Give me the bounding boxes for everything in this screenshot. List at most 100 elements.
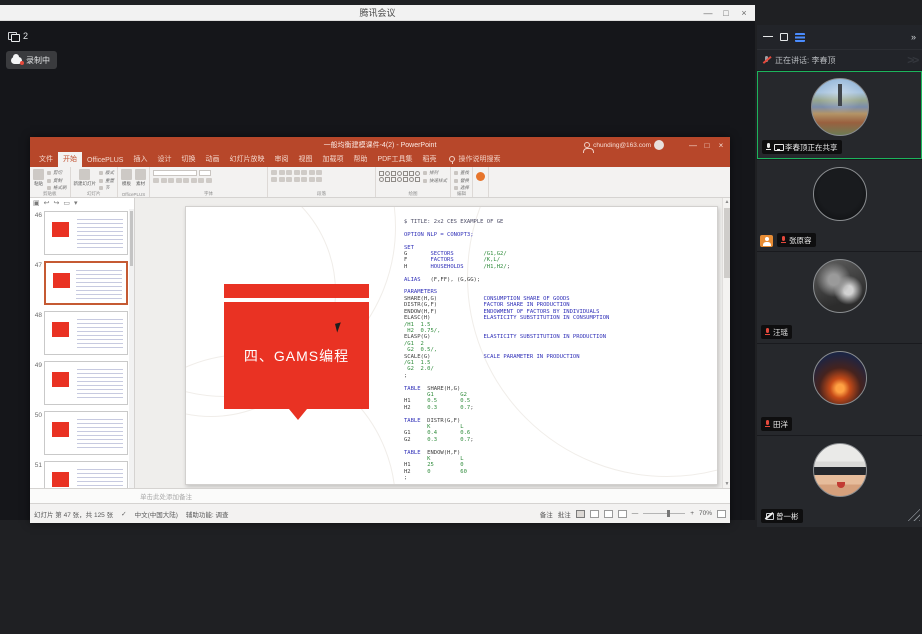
recording-badge[interactable]: 录制中 [6, 51, 57, 69]
slide-sorter-view-icon[interactable] [590, 510, 599, 518]
slide-title-callout[interactable]: 四、GAMS编程 [224, 302, 369, 409]
new-slide-button[interactable]: 新建幻灯片 [74, 169, 97, 189]
ribbon-group-addin [473, 167, 489, 197]
undo-icon[interactable]: ↩ [44, 199, 50, 208]
ppt-tab-开始[interactable]: 开始 [58, 152, 82, 167]
font-style-buttons[interactable] [153, 178, 212, 183]
participant-tile-1[interactable]: 李春顶正在共享 [757, 71, 922, 159]
ppt-tab-帮助[interactable]: 帮助 [348, 152, 372, 167]
slide-thumbnail-51[interactable] [44, 461, 128, 488]
shapes-gallery[interactable] [379, 169, 420, 189]
notes-pane[interactable]: 单击此处添加备注 [30, 488, 730, 503]
sidebar-minimize-icon[interactable]: — [763, 32, 773, 42]
scroll-thumb[interactable] [724, 208, 730, 278]
ppt-tab-幻灯片放映[interactable]: 幻灯片放映 [224, 152, 269, 167]
spellcheck-icon[interactable]: ✓ [121, 510, 126, 518]
sidebar-maximize-icon[interactable] [780, 33, 788, 41]
reading-view-icon[interactable] [604, 510, 613, 518]
participant-tile-5[interactable]: 曾一彬 [757, 436, 922, 527]
thumb-text-lines [76, 270, 122, 300]
language-indicator[interactable]: 中文(中国大陆) [135, 509, 178, 519]
template-button[interactable]: 模板 [121, 169, 132, 189]
thumb-text-lines [77, 319, 123, 349]
mic-muted-icon [765, 420, 770, 428]
save-icon[interactable]: ▣ [33, 199, 40, 208]
layout-button[interactable]: 版式 [99, 170, 114, 176]
canvas-scrollbar[interactable]: ▲ ▼ [722, 198, 730, 488]
font-size-box[interactable] [199, 170, 211, 176]
ppt-close-button[interactable]: × [714, 141, 728, 150]
thumb-red-shape [53, 273, 70, 288]
ppt-tab-切换[interactable]: 切换 [176, 152, 200, 167]
participant-tile-2[interactable]: 张原容 [757, 160, 922, 251]
ppt-tab-OfficePLUS[interactable]: OfficePLUS [82, 155, 128, 167]
scroll-down-icon[interactable]: ▼ [723, 481, 731, 487]
zoom-level[interactable]: 70% [699, 510, 712, 517]
meeting-titlebar[interactable]: 腾讯会议 — □ × [0, 5, 755, 21]
thumb-red-shape [52, 422, 69, 437]
ppt-tab-设计[interactable]: 设计 [152, 152, 176, 167]
gray-photo-avatar [813, 259, 867, 313]
participant-tile-4[interactable]: 田洋 [757, 344, 922, 435]
cut-button[interactable]: 剪切 [47, 170, 67, 176]
redo-icon[interactable]: ↪ [54, 199, 60, 208]
list-buttons[interactable] [271, 170, 322, 175]
thumbnail-scrollbar[interactable] [129, 209, 134, 488]
addin-icon[interactable] [476, 172, 485, 181]
ppt-tab-PDF工具集[interactable]: PDF工具集 [372, 152, 417, 167]
slide-thumbnail-48[interactable] [44, 311, 128, 355]
slideshow-icon[interactable]: ▭ [63, 199, 70, 208]
copy-button[interactable]: 复制 [47, 178, 67, 184]
slide-thumbnail-50[interactable] [44, 411, 128, 455]
ppt-restore-button[interactable]: □ [700, 141, 714, 150]
fit-to-window-icon[interactable] [717, 510, 726, 518]
gams-code[interactable]: $ TITLE: 2x2 CES EXAMPLE OF GE OPTION NL… [404, 219, 662, 482]
slide-thumbnail-47[interactable] [44, 261, 128, 305]
zoom-out-icon[interactable]: — [632, 510, 639, 517]
slide-thumbnail-46[interactable] [44, 211, 128, 255]
notes-toggle[interactable]: 备注 [540, 509, 553, 519]
ppt-account[interactable]: chunding@163.com [584, 137, 664, 153]
ppt-tab-加载项[interactable]: 加载项 [317, 152, 348, 167]
slide-thumbnail-49[interactable] [44, 361, 128, 405]
participant-tile-3[interactable]: 汪瑶 [757, 252, 922, 343]
ppt-tab-文件[interactable]: 文件 [34, 152, 58, 167]
ppt-tab-视图[interactable]: 视图 [293, 152, 317, 167]
ppt-tab-插入[interactable]: 插入 [128, 152, 152, 167]
assets-button[interactable]: 素材 [135, 169, 146, 189]
paste-button[interactable]: 粘贴 [33, 169, 44, 189]
comments-toggle[interactable]: 批注 [558, 509, 571, 519]
ppt-tab-动画[interactable]: 动画 [200, 152, 224, 167]
shared-windows-indicator[interactable]: 2 [8, 31, 28, 41]
maximize-button[interactable]: □ [717, 8, 735, 18]
ppt-tab-稻壳[interactable]: 稻壳 [417, 152, 441, 167]
quick-styles-button[interactable]: 快速样式 [423, 178, 447, 184]
ppt-minimize-button[interactable]: — [686, 141, 700, 150]
slideshow-view-icon[interactable] [618, 510, 627, 518]
minimize-button[interactable]: — [699, 8, 717, 18]
layout-list-icon[interactable] [795, 33, 805, 42]
current-slide[interactable]: 四、GAMS编程 $ TITLE: 2x2 CES EXAMPLE OF GE … [185, 206, 718, 485]
find-button[interactable]: 查找 [454, 170, 469, 176]
arrange-button[interactable]: 排列 [423, 170, 447, 176]
replace-button[interactable]: 替换 [454, 178, 469, 184]
zoom-in-icon[interactable]: + [690, 510, 694, 517]
font-name-box[interactable] [153, 170, 197, 176]
accessibility-indicator[interactable]: 辅助功能: 调查 [186, 509, 229, 519]
zoom-slider[interactable] [643, 513, 685, 514]
scroll-up-icon[interactable]: ▲ [723, 199, 731, 205]
align-buttons[interactable] [271, 177, 322, 182]
ppt-titlebar[interactable]: 一般均衡建模课件-4(2) - PowerPoint chunding@163.… [30, 137, 730, 153]
quick-access-toolbar: ▣ ↩ ↪ ▭ ▾ [30, 198, 134, 209]
ppt-tab-审阅[interactable]: 审阅 [269, 152, 293, 167]
reset-button[interactable]: 重置 [99, 178, 114, 184]
slide-title-text: 四、GAMS编程 [244, 346, 349, 366]
qat-dropdown-icon[interactable]: ▾ [74, 199, 78, 208]
tell-me-search[interactable]: 操作说明搜索 [449, 154, 500, 167]
thumbnail-row: 48 [32, 311, 134, 361]
code-line: ; [404, 475, 662, 481]
normal-view-icon[interactable] [576, 510, 585, 518]
sidebar-collapse-icon[interactable]: » [911, 32, 916, 42]
slide-title-bar-shape[interactable] [224, 284, 369, 298]
close-button[interactable]: × [735, 8, 753, 18]
